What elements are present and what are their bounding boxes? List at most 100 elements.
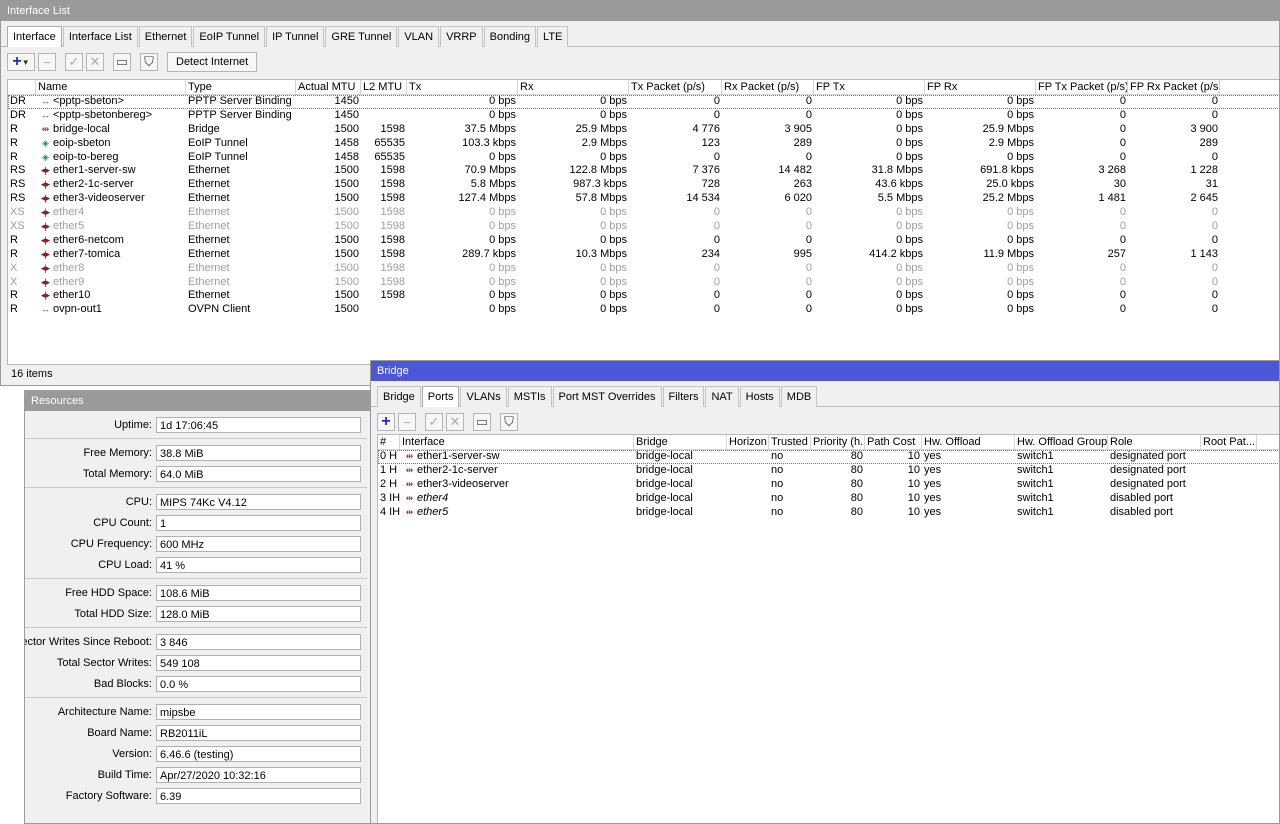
tab-vlans[interactable]: VLANs [460, 386, 507, 407]
table-row[interactable]: R ◈ eoip-to-bereg EoIP Tunnel 1458 65535 0 bps… [8, 151, 1279, 165]
column-header[interactable]: FP Tx Packet (p/s) [1036, 80, 1128, 94]
column-header[interactable]: Horizon [727, 435, 769, 449]
detect-internet-button[interactable]: Detect Internet [167, 52, 258, 72]
enable-port-button[interactable]: ✓ [425, 413, 443, 431]
tab-mdb[interactable]: MDB [780, 386, 818, 407]
remove-port-button[interactable]: − [398, 413, 416, 431]
tab-vlan[interactable]: VLAN [398, 26, 440, 47]
table-row[interactable]: RS ◂|▸ ether3-videoserver Ethernet 1500 1598 1… [8, 192, 1279, 206]
table-row[interactable]: X ◂|▸ ether8 Ethernet 1500 1598 0 bps 0 bps 0 0 0 … [8, 262, 1279, 276]
resource-value[interactable]: 600 MHz [156, 535, 361, 552]
column-header[interactable]: L2 MTU [361, 80, 407, 94]
tab-hosts[interactable]: Hosts [739, 386, 780, 407]
column-header[interactable]: Path Cost [865, 435, 922, 449]
bridge-window-titlebar[interactable]: Bridge [371, 361, 1279, 381]
bridge-window: Bridge Bridge Ports VLANs MSTIs Port MST Ove… [370, 360, 1280, 824]
column-header[interactable]: Trusted [769, 435, 811, 449]
column-header[interactable]: Tx Packet (p/s) [629, 80, 722, 94]
table-row[interactable]: R ◂|▸ ether6-netcom Ethernet 1500 1598 0 bps 0 … [8, 234, 1279, 248]
cell-type: Ethernet [188, 275, 230, 288]
remove-button[interactable]: − [38, 53, 56, 71]
comment-port-button[interactable]: ▭ [473, 413, 491, 431]
column-header[interactable]: Hw. Offload [922, 435, 1015, 449]
resource-value[interactable]: 64.0 MiB [156, 465, 361, 482]
column-header[interactable]: Tx [407, 80, 518, 94]
column-header[interactable]: Name [36, 80, 186, 94]
table-row[interactable]: R ↔ ovpn-out1 OVPN Client 1500 0 bps 0 bps 0 0 0 … [8, 303, 1279, 317]
resource-value[interactable]: MIPS 74Kc V4.12 [156, 493, 361, 510]
column-header[interactable]: Bridge [634, 435, 727, 449]
column-header[interactable] [8, 80, 36, 94]
resource-value[interactable]: 108.6 MiB [156, 584, 361, 601]
filter-button[interactable]: ⛉ [140, 53, 158, 71]
table-row[interactable]: 4 IH ⇹ ether5 bridge-local no 80 10 yes switch1 di… [378, 506, 1279, 520]
enable-button[interactable]: ✓ [65, 53, 83, 71]
resource-value[interactable]: 1d 17:06:45 [156, 416, 361, 433]
column-header[interactable]: # [378, 435, 400, 449]
table-row[interactable]: RS ◂|▸ ether1-server-sw Ethernet 1500 1598 70.… [8, 164, 1279, 178]
resource-value[interactable]: 549 108 [156, 654, 361, 671]
resource-value[interactable]: 6.46.6 (testing) [156, 745, 361, 762]
tab-eoip-tunnel[interactable]: EoIP Tunnel [193, 26, 266, 47]
table-row[interactable]: X ◂|▸ ether9 Ethernet 1500 1598 0 bps 0 bps 0 0 0 … [8, 275, 1279, 290]
comment-button[interactable]: ▭ [113, 53, 131, 71]
resource-value[interactable]: 6.39 [156, 787, 361, 804]
tab-filters[interactable]: Filters [662, 386, 705, 407]
tab-interface[interactable]: Interface [7, 26, 62, 47]
column-header[interactable]: FP Rx Packet (p/s) [1128, 80, 1220, 94]
tab-port-mst-overrides[interactable]: Port MST Overrides [552, 386, 662, 407]
column-header[interactable]: Interface [400, 435, 634, 449]
table-row[interactable]: DR ↔ <pptp-sbetonbereg> PPTP Server Binding… [8, 109, 1279, 123]
column-header[interactable]: Actual MTU [296, 80, 361, 94]
disable-port-button[interactable]: ✕ [446, 413, 464, 431]
table-row[interactable]: 1 H ⇹ ether2-1c-server bridge-local no 80 10 yes… [378, 464, 1279, 478]
tab-ethernet[interactable]: Ethernet [138, 26, 193, 47]
column-header[interactable]: Rx [518, 80, 629, 94]
interface-window-titlebar[interactable]: Interface List [1, 1, 1279, 21]
table-row[interactable]: 2 H ⇹ ether3-videoserver bridge-local no 80 10 y… [378, 478, 1279, 492]
resource-value[interactable]: 0.0 % [156, 675, 361, 692]
column-header[interactable]: FP Rx [925, 80, 1036, 94]
table-row[interactable]: R ◂|▸ ether10 Ethernet 1500 1598 0 bps 0 bps 0 0 0… [8, 289, 1279, 303]
resource-value[interactable]: mipsbe [156, 703, 361, 720]
table-row[interactable]: R ◂|▸ ether7-tomica Ethernet 1500 1598 289.7 k… [8, 248, 1279, 262]
resource-value[interactable]: Apr/27/2020 10:32:16 [156, 766, 361, 783]
tab-nat[interactable]: NAT [705, 386, 739, 407]
filter-port-button[interactable]: ⛉ [500, 413, 518, 431]
tab-bridge[interactable]: Bridge [377, 386, 421, 407]
column-header[interactable]: Type [186, 80, 296, 94]
column-header[interactable]: Rx Packet (p/s) [722, 80, 814, 94]
resource-value[interactable]: 38.8 MiB [156, 444, 361, 461]
tab-vrrp[interactable]: VRRP [440, 26, 483, 47]
table-row[interactable]: R ◈ eoip-sbeton EoIP Tunnel 1458 65535 103.3 k… [8, 137, 1279, 151]
add-port-button[interactable]: + [377, 413, 395, 431]
column-header[interactable]: Role [1108, 435, 1201, 449]
resources-window-titlebar[interactable]: Resources [25, 391, 373, 411]
resource-field: Total Sector Writes: 549 108 [25, 652, 373, 673]
resource-value[interactable]: RB2011iL [156, 724, 361, 741]
tab-gre-tunnel[interactable]: GRE Tunnel [325, 26, 398, 47]
add-button[interactable]: + ▼ [7, 53, 35, 71]
disable-button[interactable]: ✕ [86, 53, 104, 71]
resource-value[interactable]: 41 % [156, 556, 361, 573]
table-row[interactable]: XS ◂|▸ ether5 Ethernet 1500 1598 0 bps 0 bps 0 0 0… [8, 220, 1279, 234]
table-row[interactable]: XS ◂|▸ ether4 Ethernet 1500 1598 0 bps 0 bps 0 0 0… [8, 206, 1279, 220]
table-row[interactable]: DR ↔ <pptp-sbeton> PPTP Server Binding 1450 0… [8, 95, 1279, 109]
table-row[interactable]: 0 H ⇹ ether1-server-sw bridge-local no 80 10 yes… [378, 450, 1279, 464]
tab-ip-tunnel[interactable]: IP Tunnel [266, 26, 325, 47]
tab-ports[interactable]: Ports [421, 386, 460, 407]
column-header[interactable]: Hw. Offload Group [1015, 435, 1108, 449]
tab-bonding[interactable]: Bonding [483, 26, 537, 47]
tab-lte[interactable]: LTE [537, 26, 569, 47]
column-header[interactable]: Priority (h... [811, 435, 865, 449]
tab-mstis[interactable]: MSTIs [507, 386, 552, 407]
column-header[interactable]: Root Pat... [1201, 435, 1257, 449]
column-header[interactable]: FP Tx [814, 80, 925, 94]
resource-value[interactable]: 3 846 [156, 633, 361, 650]
table-row[interactable]: R ⇹ bridge-local Bridge 1500 1598 37.5 Mbps 25.… [8, 123, 1279, 137]
table-row[interactable]: RS ◂|▸ ether2-1c-server Ethernet 1500 1598 5.8… [8, 178, 1279, 192]
resource-value[interactable]: 128.0 MiB [156, 605, 361, 622]
table-row[interactable]: 3 IH ⇹ ether4 bridge-local no 80 10 yes switch1 di… [378, 492, 1279, 506]
tab-interface-list[interactable]: Interface List [62, 26, 138, 47]
resource-value[interactable]: 1 [156, 514, 361, 531]
